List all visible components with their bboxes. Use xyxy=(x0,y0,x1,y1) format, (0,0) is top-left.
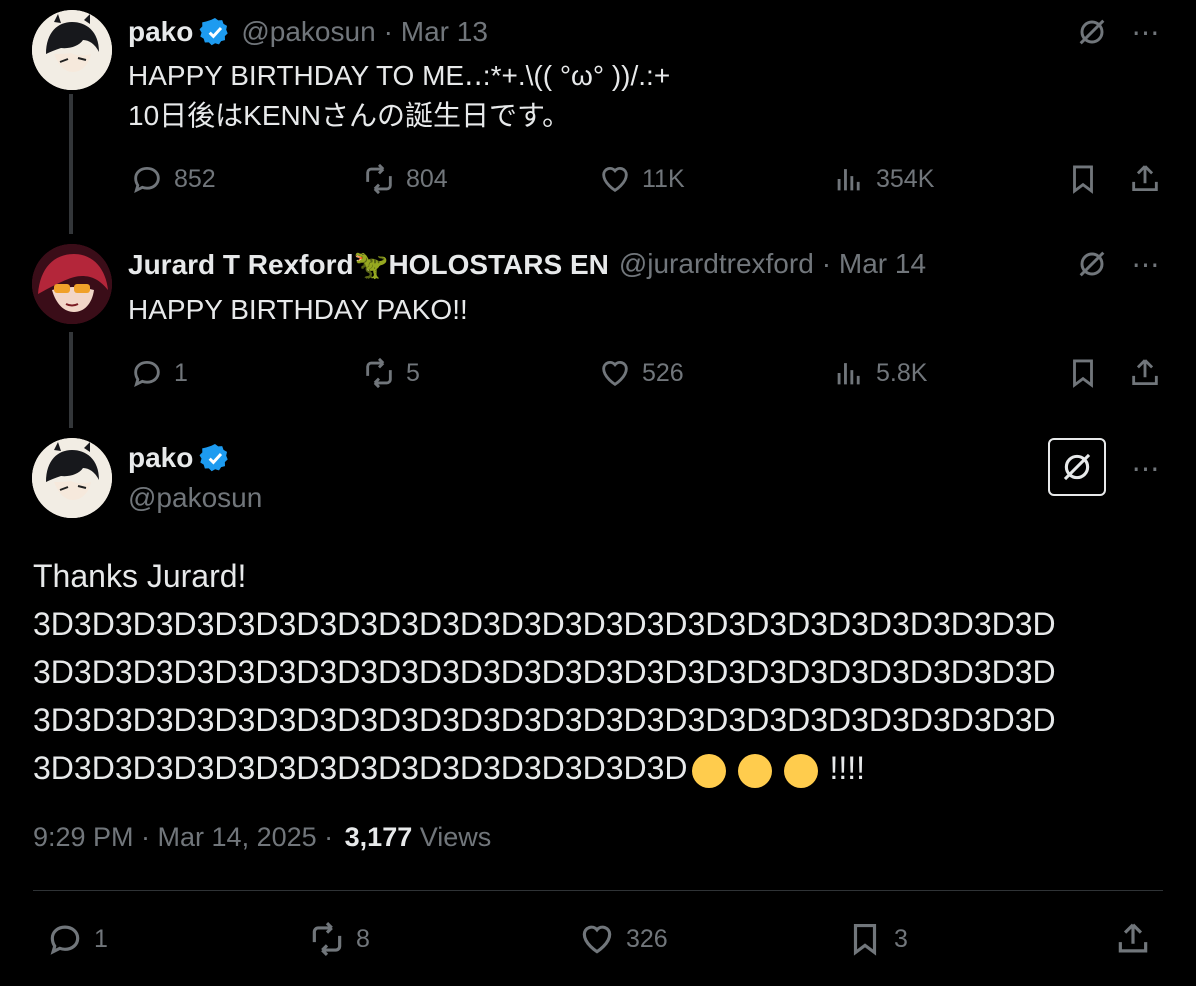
share-button[interactable] xyxy=(1114,920,1152,958)
grok-button[interactable] xyxy=(1074,246,1110,282)
reply-icon xyxy=(130,162,164,196)
repost-icon xyxy=(308,920,346,958)
more-icon: ⋯ xyxy=(1131,452,1161,484)
main-post-text: Thanks Jurard! 3D3D3D3D3D3D3D3D3D3D3D3D3… xyxy=(33,552,1173,792)
views-label: Views xyxy=(419,822,492,852)
repost-button[interactable]: 8 xyxy=(308,920,370,958)
more-options-button[interactable]: ⋯ xyxy=(1126,450,1166,486)
bookmark-button[interactable]: 3 xyxy=(846,920,908,958)
like-button[interactable]: 326 xyxy=(578,920,668,958)
reply-count: 1 xyxy=(174,358,188,387)
author-handle[interactable]: @pakosun xyxy=(128,482,262,514)
repost-count: 804 xyxy=(406,164,448,193)
post-text-suffix: !!!! xyxy=(829,750,866,786)
like-icon xyxy=(578,920,616,958)
bookmark-icon xyxy=(1066,356,1100,390)
post-text: HAPPY BIRTHDAY TO ME‥:*+.\(( °ω° ))/.:+ … xyxy=(128,56,670,136)
baby-emoji-icon xyxy=(783,753,818,788)
post-text-line: 3D3D3D3D3D3D3D3D3D3D3D3D3D3D3D3D3D3D3D3D… xyxy=(33,654,1056,690)
share-icon xyxy=(1114,920,1152,958)
bookmark-icon xyxy=(846,920,884,958)
post-text-line: 10日後はKENNさんの誕生日です。 xyxy=(128,100,571,131)
post-text-line: 3D3D3D3D3D3D3D3D3D3D3D3D3D3D3D3D3D3D3D3D… xyxy=(33,702,1056,738)
like-count: 326 xyxy=(626,924,668,953)
post-text-line: 3D3D3D3D3D3D3D3D3D3D3D3D3D3D3D3D3D3D3D3D… xyxy=(33,606,1056,642)
grok-button[interactable] xyxy=(1074,14,1110,50)
like-icon xyxy=(598,162,632,196)
reply-button[interactable]: 1 xyxy=(46,920,108,958)
repost-count: 5 xyxy=(406,358,420,387)
avatar-illustration xyxy=(32,244,112,324)
divider xyxy=(33,890,1163,891)
author-handle[interactable]: @jurardtrexford xyxy=(619,248,814,280)
bookmark-button[interactable] xyxy=(1066,356,1100,390)
author-handle[interactable]: @pakosun xyxy=(241,16,375,48)
author-name[interactable]: Jurard T Rexford🦖HOLOSTARS EN xyxy=(128,248,609,281)
share-button[interactable] xyxy=(1128,162,1162,196)
reply-count: 1 xyxy=(94,924,108,953)
more-icon: ⋯ xyxy=(1131,248,1161,280)
like-button[interactable]: 526 xyxy=(598,356,684,390)
bookmark-count: 3 xyxy=(894,924,908,953)
verified-badge-icon xyxy=(199,442,231,474)
post-text-line: HAPPY BIRTHDAY TO ME‥:*+.\(( °ω° ))/.:+ xyxy=(128,60,671,91)
author-name[interactable]: pako xyxy=(128,16,193,48)
bookmark-button[interactable] xyxy=(1066,162,1100,196)
repost-icon xyxy=(362,356,396,390)
thread-line xyxy=(69,94,73,234)
grok-button[interactable] xyxy=(1048,438,1106,496)
grok-icon xyxy=(1060,450,1094,484)
avatar[interactable] xyxy=(32,10,112,90)
more-options-button[interactable]: ⋯ xyxy=(1126,14,1166,50)
share-icon xyxy=(1128,356,1162,390)
views-icon xyxy=(832,162,866,196)
author-name[interactable]: pako xyxy=(128,442,193,474)
more-options-button[interactable]: ⋯ xyxy=(1126,246,1166,282)
like-count: 11K xyxy=(642,164,685,193)
avatar-illustration xyxy=(32,438,112,518)
baby-emoji-icon xyxy=(691,753,726,788)
reply-icon xyxy=(46,920,84,958)
like-button[interactable]: 11K xyxy=(598,162,685,196)
verified-badge-icon xyxy=(199,16,231,48)
baby-emoji-icon xyxy=(737,753,772,788)
like-count: 526 xyxy=(642,358,684,387)
view-count: 3,177 xyxy=(344,822,413,852)
share-button[interactable] xyxy=(1128,356,1162,390)
views-count: 5.8K xyxy=(876,358,928,387)
post-timestamp[interactable]: 9:29 PM · Mar 14, 2025 · xyxy=(33,822,333,852)
post-date[interactable]: · Mar 13 xyxy=(384,16,488,48)
repost-icon xyxy=(362,162,396,196)
avatar-illustration xyxy=(32,10,112,90)
thread-line xyxy=(69,332,73,428)
post-text: HAPPY BIRTHDAY PAKO!! xyxy=(128,294,468,325)
share-icon xyxy=(1128,162,1162,196)
more-icon: ⋯ xyxy=(1131,16,1161,48)
reply-count: 852 xyxy=(174,164,216,193)
like-icon xyxy=(598,356,632,390)
repost-button[interactable]: 804 xyxy=(362,162,448,196)
post-text-line-last: 3D3D3D3D3D3D3D3D3D3D3D3D3D3D3D3D!!!! xyxy=(33,744,1173,792)
grok-icon xyxy=(1076,16,1108,48)
bookmark-icon xyxy=(1066,162,1100,196)
reply-icon xyxy=(130,356,164,390)
reply-button[interactable]: 852 xyxy=(130,162,216,196)
views-count: 354K xyxy=(876,164,935,193)
reply-button[interactable]: 1 xyxy=(130,356,188,390)
views-button[interactable]: 354K xyxy=(832,162,934,196)
post-date[interactable]: · Mar 14 xyxy=(822,248,926,280)
post-text-line: 3D3D3D3D3D3D3D3D3D3D3D3D3D3D3D3D xyxy=(33,750,688,786)
post-text-line: Thanks Jurard! xyxy=(33,558,247,594)
repost-button[interactable]: 5 xyxy=(362,356,420,390)
repost-count: 8 xyxy=(356,924,370,953)
views-button[interactable]: 5.8K xyxy=(832,356,927,390)
avatar[interactable] xyxy=(32,438,112,518)
avatar[interactable] xyxy=(32,244,112,324)
grok-icon xyxy=(1076,248,1108,280)
views-icon xyxy=(832,356,866,390)
